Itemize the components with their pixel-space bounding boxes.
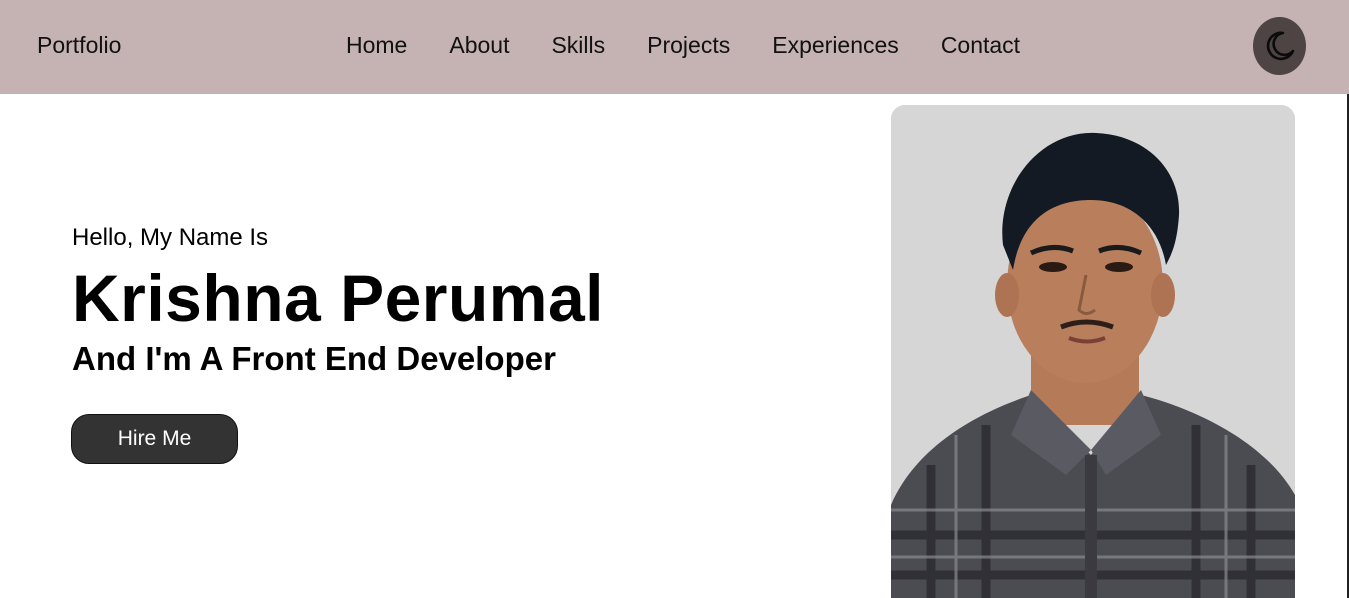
- site-header: Portfolio Home About Skills Projects Exp…: [0, 0, 1349, 94]
- profile-photo: [891, 105, 1295, 598]
- theme-toggle-button[interactable]: [1253, 17, 1306, 75]
- nav-about[interactable]: About: [449, 32, 509, 59]
- profile-photo-illustration: [891, 105, 1295, 598]
- brand-logo[interactable]: Portfolio: [37, 32, 121, 59]
- nav-projects[interactable]: Projects: [647, 32, 730, 59]
- nav-experiences[interactable]: Experiences: [772, 32, 899, 59]
- greeting-text: Hello, My Name Is: [72, 224, 269, 251]
- main-nav: Home About Skills Projects Experiences C…: [346, 32, 1020, 59]
- nav-skills[interactable]: Skills: [551, 32, 605, 59]
- moon-icon: [1266, 31, 1294, 61]
- nav-contact[interactable]: Contact: [941, 32, 1020, 59]
- hire-me-button[interactable]: Hire Me: [71, 414, 238, 464]
- hero-role: And I'm A Front End Developer: [72, 340, 556, 377]
- hero-name: Krishna Perumal: [72, 261, 605, 335]
- hero-intro: Hello, My Name Is Krishna Perumal And I'…: [72, 224, 604, 378]
- nav-home[interactable]: Home: [346, 32, 407, 59]
